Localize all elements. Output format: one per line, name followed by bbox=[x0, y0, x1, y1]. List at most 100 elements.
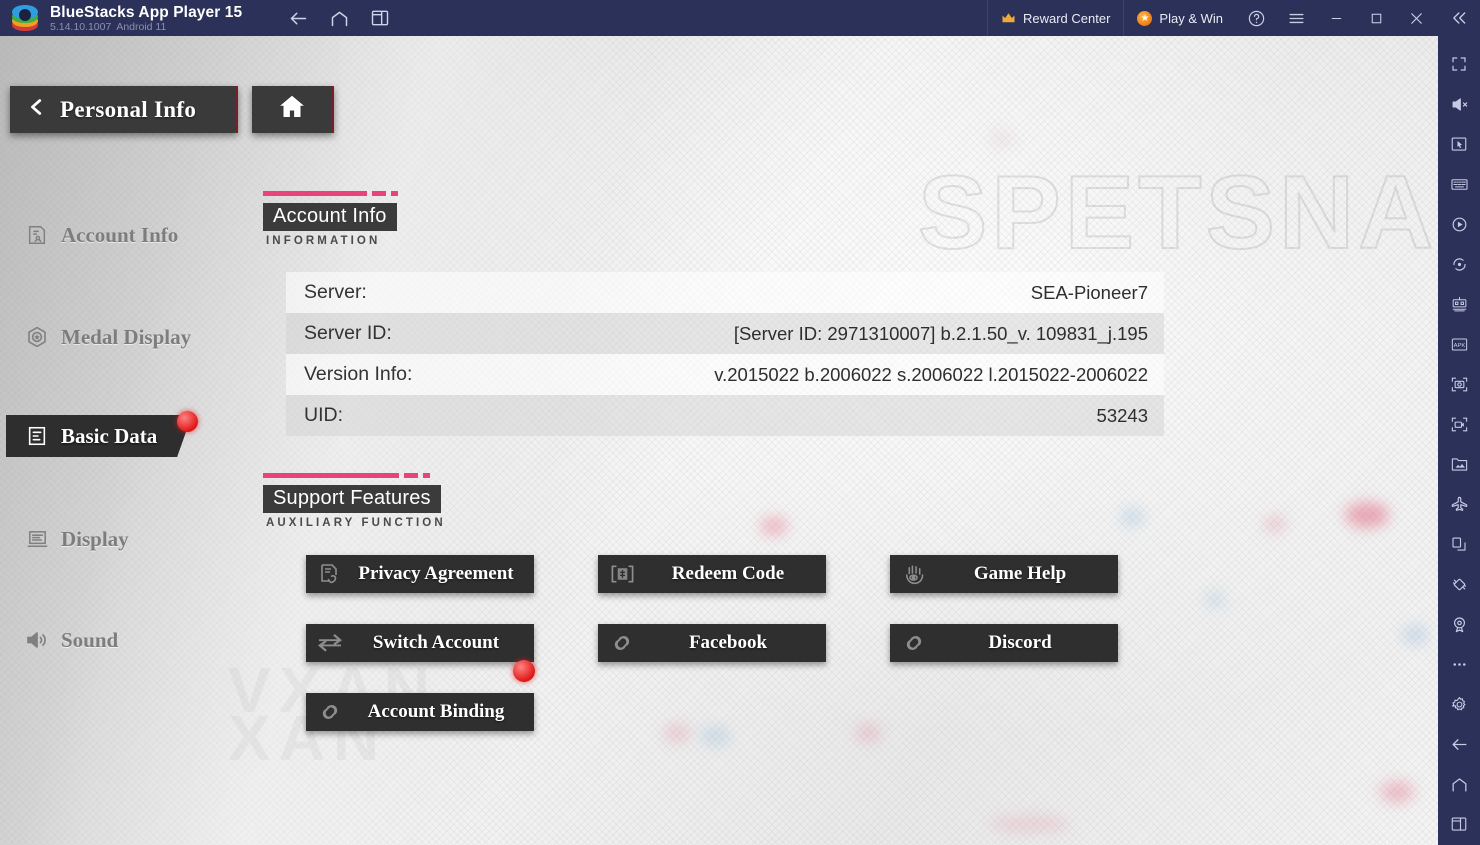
airplane-icon[interactable] bbox=[1438, 484, 1480, 524]
row-value: SEA-Pioneer7 bbox=[1030, 281, 1148, 303]
decorative-blot bbox=[664, 724, 690, 742]
document-shield-icon bbox=[316, 561, 344, 587]
decorative-blot bbox=[1264, 516, 1286, 532]
decorative-blot bbox=[990, 132, 1012, 146]
account-binding-button[interactable]: Account Binding bbox=[306, 693, 534, 731]
coin-icon: ★ bbox=[1137, 10, 1153, 26]
window-title-group: BlueStacks App Player 15 5.14.10.1007 And… bbox=[50, 4, 242, 33]
sidebar-item-label: Medal Display bbox=[61, 324, 192, 349]
account-info-section-header: Account Info INFORMATION bbox=[263, 191, 398, 247]
switch-arrows-icon bbox=[316, 630, 344, 656]
close-icon[interactable] bbox=[1396, 0, 1436, 36]
collapse-sidebar-icon[interactable] bbox=[1436, 0, 1480, 36]
record-screen-icon[interactable] bbox=[1438, 404, 1480, 444]
button-label: Account Binding bbox=[367, 701, 505, 722]
sidebar-item-display[interactable]: Display bbox=[6, 518, 196, 560]
account-info-icon bbox=[24, 222, 50, 248]
keymapping-icon[interactable] bbox=[1438, 164, 1480, 204]
button-label: Redeem Code bbox=[671, 563, 785, 584]
more-icon[interactable] bbox=[1438, 644, 1480, 684]
titlebar-nav-group bbox=[288, 8, 390, 29]
cursor-icon[interactable] bbox=[1438, 124, 1480, 164]
personal-info-back-button[interactable]: Personal Info bbox=[10, 86, 238, 133]
table-row: Version Info: v.2015022 b.2006022 s.2006… bbox=[286, 354, 1164, 395]
titlebar-right-group: Reward Center ★ Play & Win bbox=[986, 0, 1480, 36]
game-viewport: SPETSNA VXAN XAN Personal Info Account I… bbox=[0, 36, 1438, 845]
media-manager-icon[interactable] bbox=[1438, 444, 1480, 484]
shake-icon[interactable] bbox=[1438, 564, 1480, 604]
sidebar-badge-basic-data bbox=[177, 411, 198, 432]
decorative-blot bbox=[1205, 592, 1225, 608]
app-version-line: 5.14.10.1007 Android 11 bbox=[50, 21, 242, 33]
home-icon bbox=[276, 92, 308, 127]
reward-center-label: Reward Center bbox=[1022, 10, 1111, 26]
game-help-button[interactable]: Game Help bbox=[890, 555, 1118, 593]
account-info-table: Server: SEA-Pioneer7 Server ID: [Server … bbox=[286, 272, 1164, 436]
redeem-code-button[interactable]: Redeem Code bbox=[598, 555, 826, 593]
back-icon[interactable] bbox=[1438, 724, 1480, 764]
section-title: Support Features bbox=[263, 485, 441, 513]
background-watermark: SPETSNA bbox=[917, 154, 1438, 272]
reward-center-button[interactable]: Reward Center bbox=[986, 0, 1123, 36]
decorative-blot bbox=[760, 516, 788, 536]
sync-icon[interactable] bbox=[1438, 244, 1480, 284]
section-subtitle: AUXILIARY FUNCTION bbox=[266, 517, 446, 529]
svg-text:APK: APK bbox=[1453, 343, 1465, 349]
recents-icon[interactable] bbox=[1438, 804, 1480, 844]
app-version: 5.14.10.1007 bbox=[50, 20, 112, 33]
sidebar-item-account-info[interactable]: Account Info bbox=[6, 214, 196, 256]
sidebar-item-sound[interactable]: Sound bbox=[6, 619, 196, 661]
home-icon[interactable] bbox=[1438, 764, 1480, 804]
sidebar-item-medal-display[interactable]: Medal Display bbox=[6, 316, 196, 358]
facebook-button[interactable]: Facebook bbox=[598, 624, 826, 662]
screenshot-icon[interactable] bbox=[1438, 364, 1480, 404]
fullscreen-icon[interactable] bbox=[1438, 44, 1480, 84]
multi-instance-icon[interactable] bbox=[370, 8, 390, 28]
privacy-agreement-button[interactable]: Privacy Agreement bbox=[306, 555, 534, 593]
switch-account-button[interactable]: Switch Account bbox=[306, 624, 534, 662]
sidebar-item-label: Account Info bbox=[61, 222, 179, 247]
button-label: Privacy Agreement bbox=[358, 563, 514, 584]
bluestacks-titlebar: BlueStacks App Player 15 5.14.10.1007 And… bbox=[0, 0, 1480, 36]
sidebar-item-basic-data[interactable]: Basic Data bbox=[6, 415, 192, 457]
hand-eye-icon bbox=[900, 561, 928, 587]
decorative-blot bbox=[1345, 502, 1389, 528]
back-icon[interactable] bbox=[288, 8, 309, 29]
play-and-win-label: Play & Win bbox=[1159, 10, 1223, 26]
discord-button[interactable]: Discord bbox=[890, 624, 1118, 662]
maximize-icon[interactable] bbox=[1356, 0, 1396, 36]
mute-icon[interactable] bbox=[1438, 84, 1480, 124]
gift-code-icon bbox=[608, 561, 636, 587]
macro-icon[interactable] bbox=[1438, 204, 1480, 244]
decorative-blot bbox=[1120, 508, 1144, 526]
help-icon[interactable] bbox=[1236, 0, 1276, 36]
decorative-blot bbox=[700, 726, 730, 746]
sidebar-item-label: Basic Data bbox=[61, 423, 158, 448]
menu-icon[interactable] bbox=[1276, 0, 1316, 36]
home-icon[interactable] bbox=[329, 8, 350, 29]
link-icon bbox=[316, 699, 344, 725]
minimize-icon[interactable] bbox=[1316, 0, 1356, 36]
play-and-win-button[interactable]: ★ Play & Win bbox=[1123, 0, 1236, 36]
support-features-section-header: Support Features AUXILIARY FUNCTION bbox=[263, 473, 446, 529]
bluestacks-sidebar-rail: APK bbox=[1438, 36, 1480, 845]
button-label: Facebook bbox=[688, 632, 768, 653]
medal-icon bbox=[24, 324, 50, 350]
row-value: v.2015022 b.2006022 s.2006022 l.2015022-… bbox=[714, 363, 1148, 385]
decorative-blot bbox=[990, 816, 1070, 832]
home-button[interactable] bbox=[252, 86, 334, 133]
app-title: BlueStacks App Player 15 bbox=[50, 3, 243, 21]
button-label: Switch Account bbox=[372, 632, 500, 653]
section-subtitle: INFORMATION bbox=[266, 235, 381, 247]
copy-icon[interactable] bbox=[1438, 524, 1480, 564]
bluestacks-logo-icon bbox=[12, 5, 38, 31]
settings-icon[interactable] bbox=[1438, 684, 1480, 724]
location-icon[interactable] bbox=[1438, 604, 1480, 644]
sidebar-item-label: Display bbox=[61, 526, 129, 551]
row-key: Version Info: bbox=[304, 363, 413, 385]
decorative-blot bbox=[1380, 781, 1414, 803]
row-key: Server ID: bbox=[304, 322, 392, 344]
install-apk-icon[interactable]: APK bbox=[1438, 324, 1480, 364]
multi-instance-manager-icon[interactable] bbox=[1438, 284, 1480, 324]
chevron-left-icon bbox=[26, 95, 48, 124]
